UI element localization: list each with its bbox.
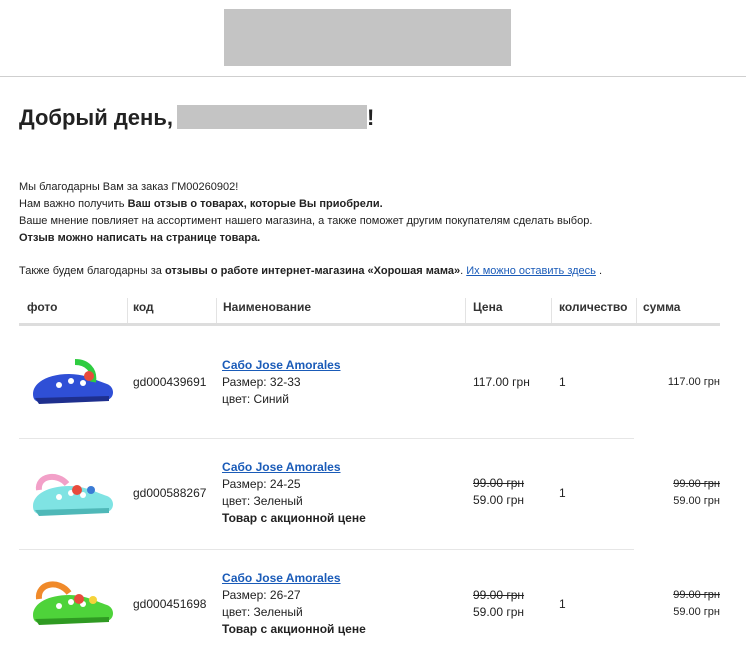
logo-redacted [224, 9, 511, 66]
old-price: 99.00 грн [473, 588, 525, 602]
old-sum: 99.00 грн [673, 589, 720, 601]
product-link[interactable]: Сабо Jose Amorales [222, 571, 341, 585]
header-divider [551, 298, 552, 324]
header-code: код [133, 300, 154, 314]
order-thanks: Мы благодарны Вам за заказ ГМ00260902! [19, 181, 239, 193]
review-request: Нам важно получить Ваш отзыв о товарах, … [19, 196, 739, 213]
table-header-rule [19, 323, 720, 326]
header-photo: фото [27, 300, 58, 314]
shop-review-link[interactable]: Их можно оставить здесь [466, 265, 596, 277]
row-divider [19, 549, 634, 550]
product-size: Размер: 26-27 [222, 588, 301, 602]
product-sum: 59.00 грн [673, 606, 720, 618]
product-size: Размер: 24-25 [222, 477, 301, 491]
product-price-block: 99.00 грн 59.00 грн [473, 587, 524, 621]
row-divider [19, 438, 634, 439]
greeting-suffix: ! [366, 105, 375, 130]
product-sum: 59.00 грн [673, 495, 720, 507]
product-qty: 1 [559, 486, 566, 500]
product-sum-block: 99.00 грн 59.00 грн [673, 476, 720, 510]
product-qty: 1 [559, 375, 566, 389]
greeting-heading: Добрый день,! [19, 104, 374, 132]
header-sum: сумма [643, 300, 681, 314]
product-code: gd000439691 [133, 375, 207, 389]
header-divider [127, 298, 128, 324]
product-price-block: 99.00 грн 59.00 грн [473, 475, 524, 509]
product-link[interactable]: Сабо Jose Amorales [222, 358, 341, 372]
product-qty: 1 [559, 597, 566, 611]
old-price: 99.00 грн [473, 476, 525, 490]
product-color: цвет: Зеленый [222, 605, 303, 619]
table-row: gd000588267 Сабо Jose Amorales Размер: 2… [19, 440, 720, 548]
product-size: Размер: 32-33 [222, 375, 301, 389]
customer-name-redacted [176, 105, 367, 129]
product-photo-clog-blue [33, 359, 113, 404]
shop-review-prefix: Также будем благодарны за [19, 265, 165, 277]
product-info: Сабо Jose Amorales Размер: 32-33 цвет: С… [222, 357, 341, 408]
product-price: 59.00 грн [473, 605, 525, 619]
review-where-bold: Отзыв можно написать на странице товара. [19, 232, 261, 244]
intro-text: Мы благодарны Вам за заказ ГМ00260902! Н… [19, 179, 739, 280]
header-name: Наименование [223, 300, 312, 314]
promo-label: Товар с акционной цене [222, 511, 366, 525]
product-price: 117.00 грн [473, 375, 530, 389]
promo-label: Товар с акционной цене [222, 622, 366, 636]
review-request-bold: Ваш отзыв о товарах, которые Вы приобрел… [127, 198, 383, 210]
product-sum: 117.00 грн [667, 376, 720, 388]
opinion-note: Ваше мнение повлияет на ассортимент наше… [19, 215, 593, 227]
shop-review-end: . [595, 265, 603, 277]
product-info: Сабо Jose Amorales Размер: 24-25 цвет: З… [222, 459, 366, 527]
product-color: цвет: Зеленый [222, 494, 303, 508]
header-divider [465, 298, 466, 324]
shop-review-bold: отзывы о работе интернет-магазина «Хорош… [164, 265, 461, 277]
product-link[interactable]: Сабо Jose Amorales [222, 460, 341, 474]
table-row: gd000439691 Сабо Jose Amorales Размер: 3… [19, 330, 720, 438]
header-qty: количество [559, 300, 628, 314]
header-divider [216, 298, 217, 324]
table-row: gd000451698 Сабо Jose Amorales Размер: 2… [19, 551, 720, 648]
product-info: Сабо Jose Amorales Размер: 26-27 цвет: З… [222, 570, 366, 638]
product-price: 59.00 грн [473, 493, 525, 507]
product-color: цвет: Синий [222, 392, 289, 406]
product-code: gd000588267 [133, 486, 207, 500]
old-sum: 99.00 грн [673, 478, 720, 490]
shop-review-note: Также будем благодарны за отзывы о работ… [19, 263, 739, 280]
header-price: Цена [473, 300, 503, 314]
product-photo-clog-turquoise [33, 473, 113, 516]
review-request-prefix: Нам важно получить [19, 198, 128, 210]
header-divider [636, 298, 637, 324]
product-sum-block: 99.00 грн 59.00 грн [673, 587, 720, 621]
product-code: gd000451698 [133, 597, 207, 611]
greeting-text: Добрый день, [19, 105, 173, 130]
product-photo-clog-green [33, 581, 113, 625]
review-where: Отзыв можно написать на странице товара. [19, 230, 739, 247]
header-divider [0, 76, 746, 77]
